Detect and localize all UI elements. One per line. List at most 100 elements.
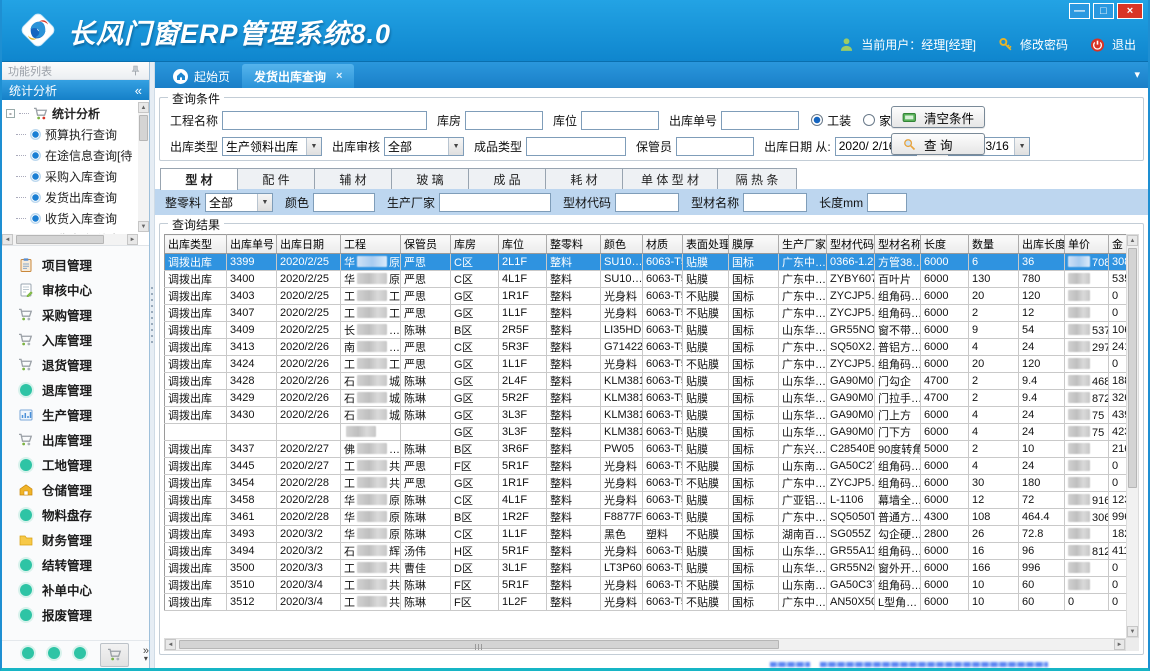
table-cell[interactable]: 3L1F: [499, 560, 547, 577]
sidebar-item[interactable]: 退货管理: [2, 352, 149, 377]
table-cell[interactable]: 光身料: [601, 543, 643, 560]
table-cell[interactable]: 广东中…: [779, 594, 827, 611]
table-cell[interactable]: 6000: [921, 594, 969, 611]
tree-item[interactable]: 在途信息查询[待: [6, 145, 149, 166]
table-vertical-scrollbar[interactable]: ▲ ▼: [1126, 234, 1139, 638]
table-cell[interactable]: 国标: [729, 271, 779, 288]
table-cell[interactable]: 光身料: [601, 356, 643, 373]
table-cell[interactable]: 0: [1065, 594, 1109, 611]
table-cell[interactable]: 陈琳: [401, 322, 451, 339]
table-cell[interactable]: 国标: [729, 594, 779, 611]
table-cell[interactable]: 国标: [729, 390, 779, 407]
table-cell[interactable]: 曹佳: [401, 560, 451, 577]
column-header[interactable]: 出库类型: [165, 235, 227, 254]
sidebar-item[interactable]: 工地管理: [2, 452, 149, 477]
table-cell[interactable]: 10: [1019, 441, 1065, 458]
table-cell[interactable]: 国标: [729, 492, 779, 509]
table-cell[interactable]: KLM3817: [601, 390, 643, 407]
scroll-up-icon[interactable]: ▲: [138, 102, 149, 113]
table-cell[interactable]: 3500: [227, 560, 277, 577]
table-cell[interactable]: 广东中…: [779, 271, 827, 288]
table-cell[interactable]: GA90M08.: [827, 407, 875, 424]
table-cell[interactable]: 湖南百…: [779, 526, 827, 543]
table-cell[interactable]: 陈琳: [401, 577, 451, 594]
material-tab[interactable]: 单 体 型 材: [622, 168, 718, 189]
table-cell[interactable]: 陈琳: [401, 441, 451, 458]
sidebar-item[interactable]: 采购管理: [2, 302, 149, 327]
column-header[interactable]: 保管员: [401, 235, 451, 254]
table-cell[interactable]: 1R1F: [499, 288, 547, 305]
table-cell[interactable]: 不贴膜: [683, 288, 729, 305]
table-cell[interactable]: 10: [969, 594, 1019, 611]
table-cell[interactable]: 广东中…: [779, 339, 827, 356]
table-cell[interactable]: 120: [1019, 288, 1065, 305]
tree-item[interactable]: 收货入库查询: [6, 208, 149, 229]
tab-home[interactable]: 起始页: [161, 64, 242, 88]
table-cell[interactable]: 3494: [227, 543, 277, 560]
table-cell[interactable]: 国标: [729, 254, 779, 271]
table-cell[interactable]: 工工程: [341, 356, 401, 373]
column-header[interactable]: 材质: [643, 235, 683, 254]
table-cell[interactable]: 国标: [729, 373, 779, 390]
table-cell[interactable]: [1065, 475, 1109, 492]
table-cell[interactable]: [1065, 288, 1109, 305]
table-cell[interactable]: 整料: [547, 424, 601, 441]
table-cell[interactable]: 3428: [227, 373, 277, 390]
table-cell[interactable]: 国标: [729, 339, 779, 356]
table-cell[interactable]: 6000: [921, 560, 969, 577]
section-header[interactable]: 统计分析 «: [2, 80, 149, 100]
pin-icon[interactable]: [128, 65, 143, 76]
table-cell[interactable]: [1065, 356, 1109, 373]
change-password-link[interactable]: 修改密码: [1020, 36, 1068, 53]
column-header[interactable]: 整零料: [547, 235, 601, 254]
table-cell[interactable]: 6063-T5: [643, 577, 683, 594]
table-cell[interactable]: 36: [1019, 254, 1065, 271]
table-cell[interactable]: 2020/2/26: [277, 390, 341, 407]
table-cell[interactable]: [1065, 305, 1109, 322]
table-cell[interactable]: C区: [451, 492, 499, 509]
table-cell[interactable]: 2: [969, 390, 1019, 407]
table-cell[interactable]: 贴膜: [683, 271, 729, 288]
table-cell[interactable]: G区: [451, 475, 499, 492]
table-cell[interactable]: 门上方: [875, 407, 921, 424]
sidebar-item[interactable]: 仓储管理: [2, 477, 149, 502]
table-cell[interactable]: 4300: [921, 509, 969, 526]
table-cell[interactable]: 180: [1019, 475, 1065, 492]
table-cell[interactable]: 整料: [547, 509, 601, 526]
table-cell[interactable]: [277, 424, 341, 441]
table-cell[interactable]: 1L1F: [499, 305, 547, 322]
table-cell[interactable]: 308: [1109, 254, 1127, 271]
table-cell[interactable]: 106: [1109, 322, 1127, 339]
tree-root[interactable]: - 统计分析: [6, 103, 149, 124]
clear-conditions-button[interactable]: 清空条件: [891, 106, 985, 128]
table-cell[interactable]: 广东中…: [779, 288, 827, 305]
table-cell[interactable]: 24: [1019, 424, 1065, 441]
warehouse-input[interactable]: [465, 111, 543, 130]
table-cell[interactable]: ZYCJP5…: [827, 305, 875, 322]
column-header[interactable]: 单价: [1065, 235, 1109, 254]
table-row[interactable]: G区3L3F整料KLM38176063-T5贴膜国标山东华…GA90M09.门下…: [165, 424, 1127, 441]
table-cell[interactable]: 国标: [729, 322, 779, 339]
table-cell[interactable]: 光身料: [601, 492, 643, 509]
sidebar-item[interactable]: 报废管理: [2, 602, 149, 627]
table-cell[interactable]: H区: [451, 543, 499, 560]
table-cell[interactable]: 严思: [401, 339, 451, 356]
table-cell[interactable]: 整料: [547, 543, 601, 560]
table-cell[interactable]: 国标: [729, 441, 779, 458]
table-cell[interactable]: 调拨出库: [165, 390, 227, 407]
table-cell[interactable]: 6000: [921, 288, 969, 305]
table-cell[interactable]: 6063-T5: [643, 424, 683, 441]
search-button[interactable]: 查 询: [891, 133, 985, 155]
table-cell[interactable]: 6000: [921, 271, 969, 288]
table-cell[interactable]: 整料: [547, 288, 601, 305]
table-cell[interactable]: 整料: [547, 356, 601, 373]
table-cell[interactable]: 调拨出库: [165, 594, 227, 611]
table-cell[interactable]: 国标: [729, 424, 779, 441]
table-cell[interactable]: 不贴膜: [683, 594, 729, 611]
table-cell[interactable]: 4L1F: [499, 492, 547, 509]
table-cell[interactable]: 4: [969, 424, 1019, 441]
table-cell[interactable]: 2020/2/25: [277, 305, 341, 322]
table-row[interactable]: 调拨出库34072020/2/25工工程严思G区1L1F整料光身料6063-T5…: [165, 305, 1127, 322]
table-cell[interactable]: 门下方: [875, 424, 921, 441]
column-header[interactable]: 出库日期: [277, 235, 341, 254]
